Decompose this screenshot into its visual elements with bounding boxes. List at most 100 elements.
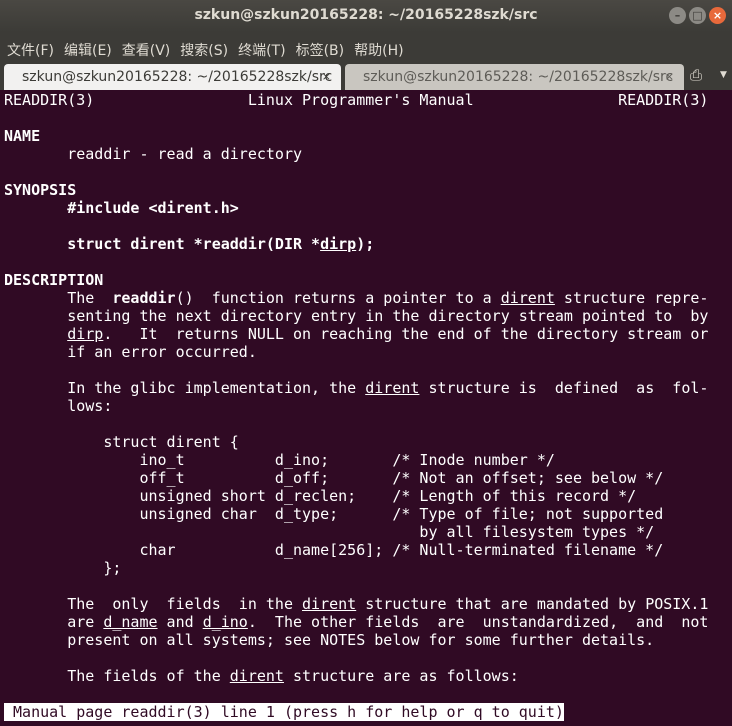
- terminal-line: struct dirent *readdir(DIR *dirp);: [4, 235, 708, 253]
- terminal-text: lows:: [4, 397, 113, 415]
- window-titlebar: szkun@szkun20165228: ~/20165228szk/src –…: [0, 0, 732, 32]
- terminal-text: SYNOPSIS: [4, 181, 77, 199]
- terminal-area[interactable]: READDIR(3) Linux Programmer's Manual REA…: [0, 90, 732, 726]
- menu-file[interactable]: 文件(F): [0, 32, 57, 62]
- chevron-down-icon[interactable]: ▼: [720, 70, 727, 80]
- menu-bar: 文件(F) 编辑(E) 查看(V) 搜索(S) 终端(T) 标签(B) 帮助(H…: [0, 32, 732, 62]
- terminal-line: readdir - read a directory: [4, 145, 708, 163]
- terminal-text: readdir - read a directory: [4, 145, 303, 163]
- terminal-text: struct dirent *readdir(DIR *: [4, 235, 321, 253]
- terminal-text: };: [4, 559, 122, 577]
- menu-terminal[interactable]: 终端(T): [231, 32, 288, 62]
- terminal-line: by all filesystem types */: [4, 523, 708, 541]
- menu-search[interactable]: 搜索(S): [173, 32, 231, 62]
- terminal-text: structure repre‐: [554, 289, 709, 307]
- terminal-text: dirp: [67, 325, 104, 343]
- terminal-line: lows:: [4, 397, 708, 415]
- close-button[interactable]: ×: [709, 7, 726, 24]
- terminal-line: The readdir() function returns a pointer…: [4, 289, 708, 307]
- tab-label: szkun@szkun20165228: ~/20165228szk/src: [363, 69, 674, 85]
- terminal-line: #include <dirent.h>: [4, 199, 708, 217]
- terminal-text: NAME: [4, 127, 41, 145]
- terminal-line: The fields of the dirent structure are a…: [4, 667, 708, 685]
- terminal-text: . It returns NULL on reaching the end of…: [103, 325, 709, 343]
- terminal-text: structure that are mandated by POSIX.1: [356, 595, 709, 613]
- terminal-line: DESCRIPTION: [4, 271, 708, 289]
- terminal-text: unsigned char d_type; /* Type of file; n…: [4, 505, 664, 523]
- terminal-line: unsigned char d_type; /* Type of file; n…: [4, 505, 708, 523]
- terminal-text: DESCRIPTION: [4, 271, 104, 289]
- terminal-line: READDIR(3) Linux Programmer's Manual REA…: [4, 91, 708, 109]
- maximize-button[interactable]: □: [689, 7, 706, 24]
- terminal-line: ino_t d_ino; /* Inode number */: [4, 451, 708, 469]
- terminal-text: senting the next directory entry in the …: [4, 307, 709, 325]
- terminal-text: . The other fields are unstandardized, a…: [247, 613, 709, 631]
- terminal-text: structure are as follows:: [283, 667, 519, 685]
- terminal-text: The fields of the: [4, 667, 230, 685]
- pager-status-line: Manual page readdir(3) line 1 (press h f…: [4, 703, 564, 721]
- menu-view[interactable]: 查看(V): [115, 32, 174, 62]
- terminal-text: The: [4, 289, 113, 307]
- terminal-line: In the glibc implementation, the dirent …: [4, 379, 708, 397]
- terminal-text: dirent: [500, 289, 555, 307]
- minimize-button[interactable]: –: [669, 7, 686, 24]
- menu-help[interactable]: 帮助(H): [347, 32, 406, 62]
- terminal-text: The only fields in the: [4, 595, 303, 613]
- terminal-text: structure is defined as fol‐: [419, 379, 709, 397]
- terminal-line: present on all systems; see NOTES below …: [4, 631, 708, 649]
- terminal-text: unsigned short d_reclen; /* Length of th…: [4, 487, 637, 505]
- terminal-line: unsigned short d_reclen; /* Length of th…: [4, 487, 708, 505]
- terminal-text: #include <dirent.h>: [4, 199, 239, 217]
- terminal-text: );: [356, 235, 375, 253]
- terminal-text: are: [4, 613, 104, 631]
- tab-1[interactable]: szkun@szkun20165228: ~/20165228szk/src ×: [4, 64, 341, 90]
- terminal-text: READDIR(3) Linux Programmer's Manual REA…: [4, 91, 709, 109]
- terminal-text: ino_t d_ino; /* Inode number */: [4, 451, 555, 469]
- menu-tabs[interactable]: 标签(B): [289, 32, 348, 62]
- tab-2[interactable]: szkun@szkun20165228: ~/20165228szk/src ×: [345, 64, 684, 90]
- terminal-text: by all filesystem types */: [4, 523, 655, 541]
- terminal-text: dirent: [365, 379, 420, 397]
- status-row: Manual page readdir(3) line 1 (press h f…: [4, 703, 708, 721]
- terminal-text: char d_name[256]; /* Null-terminated fil…: [4, 541, 664, 559]
- terminal-text: d_ino: [202, 613, 248, 631]
- terminal-line: char d_name[256]; /* Null-terminated fil…: [4, 541, 708, 559]
- terminal-text: () function returns a pointer to a: [175, 289, 501, 307]
- terminal-text: readdir: [112, 289, 176, 307]
- terminal-text: dirent: [229, 667, 284, 685]
- terminal-text: off_t d_off; /* Not an offset; see below…: [4, 469, 664, 487]
- menu-edit[interactable]: 编辑(E): [57, 32, 115, 62]
- terminal-text: present on all systems; see NOTES below …: [4, 631, 655, 649]
- terminal-line: are d_name and d_ino. The other fields a…: [4, 613, 708, 631]
- new-tab-icon[interactable]: ⎙: [690, 66, 702, 84]
- terminal-line: struct dirent {: [4, 433, 708, 451]
- terminal-line: The only fields in the dirent structure …: [4, 595, 708, 613]
- tab-close-icon[interactable]: ×: [665, 64, 674, 90]
- tab-label: szkun@szkun20165228: ~/20165228szk/src: [22, 69, 333, 85]
- terminal-text: d_name: [103, 613, 158, 631]
- tab-close-icon[interactable]: ×: [322, 64, 331, 90]
- terminal-text: and: [157, 613, 203, 631]
- terminal-line: NAME: [4, 127, 708, 145]
- terminal-text: In the glibc implementation, the: [4, 379, 366, 397]
- terminal-text: struct dirent {: [4, 433, 239, 451]
- terminal-line: dirp. It returns NULL on reaching the en…: [4, 325, 708, 343]
- terminal-text: if an error occurred.: [4, 343, 257, 361]
- terminal-screen: READDIR(3) Linux Programmer's Manual REA…: [4, 91, 708, 721]
- terminal-line: SYNOPSIS: [4, 181, 708, 199]
- terminal-line: if an error occurred.: [4, 343, 708, 361]
- terminal-line: off_t d_off; /* Not an offset; see below…: [4, 469, 708, 487]
- terminal-line: };: [4, 559, 708, 577]
- tab-bar: szkun@szkun20165228: ~/20165228szk/src ×…: [0, 62, 732, 90]
- window-title: szkun@szkun20165228: ~/20165228szk/src: [194, 7, 538, 23]
